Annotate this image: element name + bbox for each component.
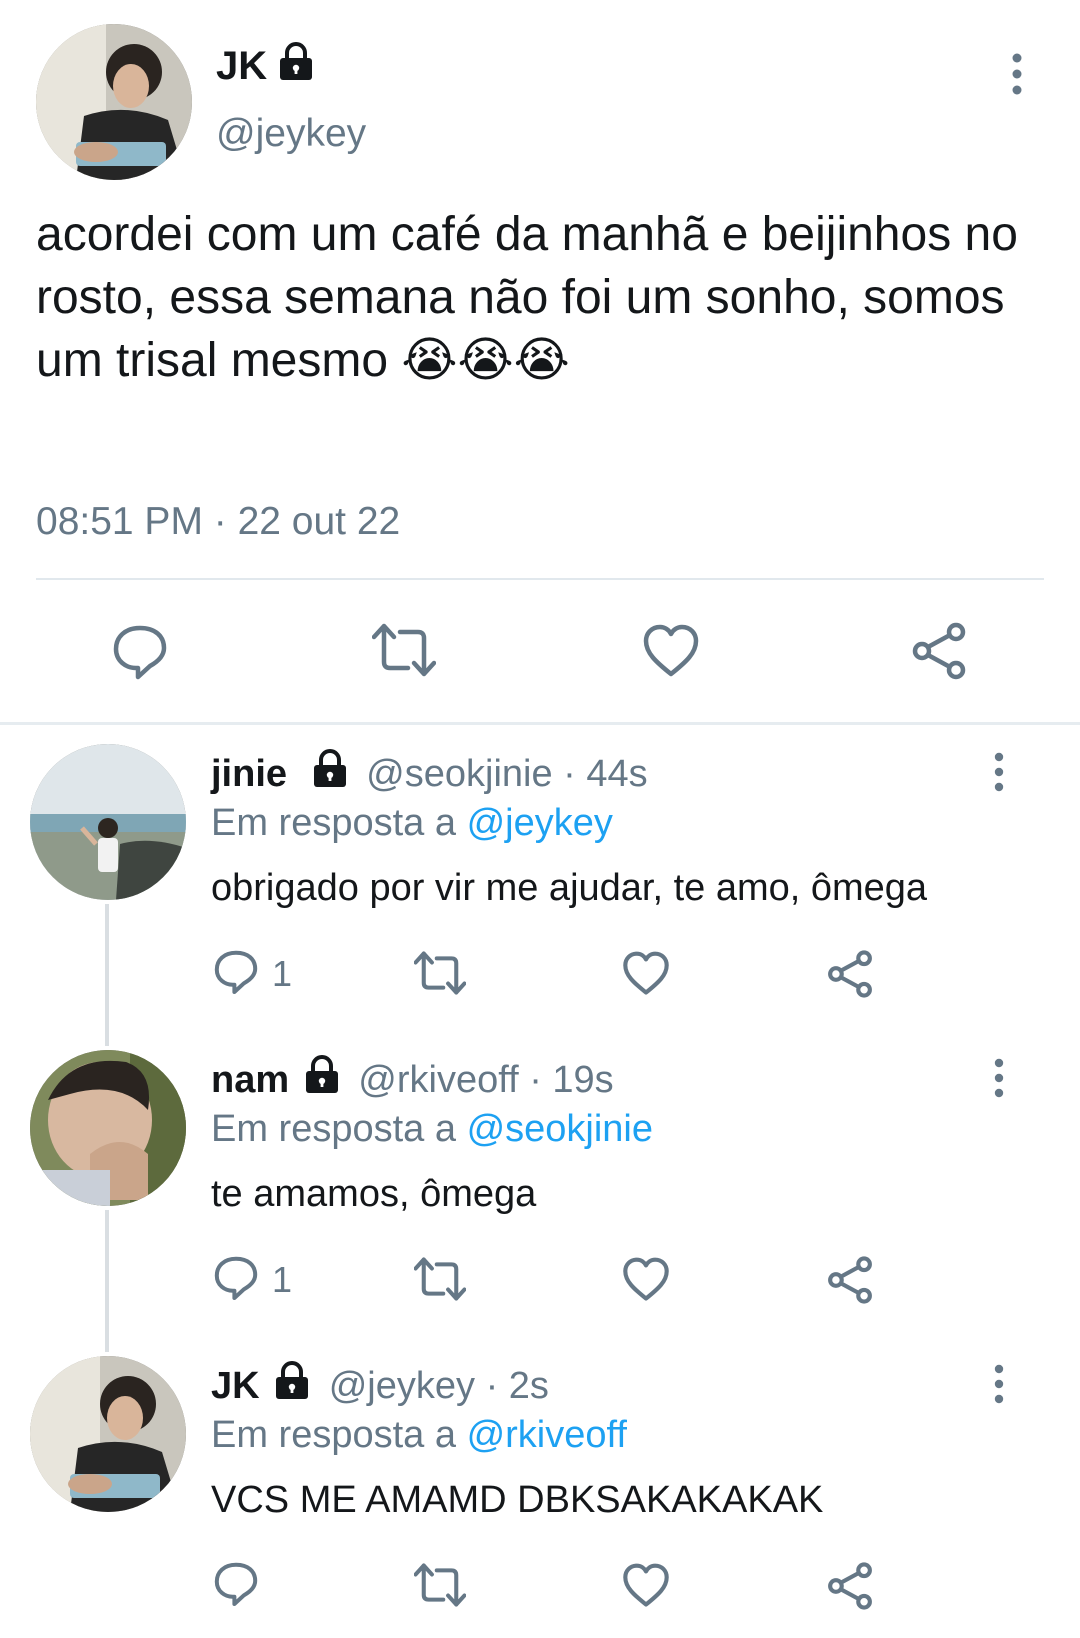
reply-context: Em resposta a @rkiveoff <box>211 1410 627 1460</box>
reply-context: Em resposta a @seokjinie <box>211 1104 653 1154</box>
thread-line <box>105 1210 109 1352</box>
reply-header: nam @rkiveoff · 19s <box>211 1055 614 1108</box>
more-icon[interactable] <box>1008 52 1026 96</box>
like-icon[interactable] <box>622 951 670 996</box>
avatar-jk[interactable] <box>36 24 192 180</box>
like-icon[interactable] <box>622 1257 670 1302</box>
reply-icon[interactable] <box>212 1254 260 1302</box>
reply-to-link[interactable]: @jeykey <box>467 802 613 844</box>
author-name-text: JK <box>216 44 268 88</box>
reply-header: JK @jeykey · 2s <box>211 1361 549 1414</box>
more-icon[interactable] <box>990 1364 1008 1404</box>
author-name[interactable]: JK <box>216 40 314 95</box>
reply-text: te amamos, ômega <box>211 1173 537 1215</box>
reply-icon[interactable] <box>110 622 170 682</box>
divider <box>36 578 1044 580</box>
reply-text: VCS ME AMAMD DBKSAKAKAKAK <box>211 1479 824 1521</box>
share-icon[interactable] <box>910 622 968 680</box>
author-handle[interactable]: @rkiveoff <box>358 1059 518 1101</box>
reply-context: Em resposta a @jeykey <box>211 798 613 848</box>
share-icon[interactable] <box>826 950 874 998</box>
reply-count: 1 <box>272 953 293 994</box>
author-handle[interactable]: @jeykey <box>329 1365 475 1407</box>
avatar-nam[interactable] <box>30 1050 186 1206</box>
reply-prefix: Em resposta a <box>211 802 456 844</box>
reply-to-link[interactable]: @rkiveoff <box>467 1414 627 1456</box>
reply-icon[interactable] <box>212 948 260 996</box>
retweet-icon[interactable] <box>414 950 466 996</box>
share-icon[interactable] <box>826 1562 874 1610</box>
lock-icon <box>274 1361 310 1414</box>
more-icon[interactable] <box>990 752 1008 792</box>
author-name[interactable]: JK <box>211 1365 260 1407</box>
avatar-jinie[interactable] <box>30 744 186 900</box>
tweet-text: acordei com um café da manhã e beijinhos… <box>36 208 1018 387</box>
lock-icon <box>278 41 314 95</box>
like-icon[interactable] <box>622 1563 670 1608</box>
reply-header: jinie @seokjinie · 44s <box>211 749 648 802</box>
retweet-icon[interactable] <box>414 1256 466 1302</box>
retweet-icon[interactable] <box>414 1562 466 1608</box>
share-icon[interactable] <box>826 1256 874 1304</box>
lock-icon <box>304 1055 340 1108</box>
reply-prefix: Em resposta a <box>211 1414 456 1456</box>
like-icon[interactable] <box>642 624 700 678</box>
reply-prefix: Em resposta a <box>211 1108 456 1150</box>
tweet-timestamp[interactable]: 08:51 PM · 22 out 22 <box>36 496 400 548</box>
section-divider <box>0 722 1080 725</box>
more-icon[interactable] <box>990 1058 1008 1098</box>
author-handle[interactable]: @jeykey <box>216 108 366 160</box>
reply-time: · 2s <box>485 1365 549 1407</box>
author-name[interactable]: nam <box>211 1059 289 1101</box>
reply-time: · 19s <box>529 1059 614 1101</box>
author-handle[interactable]: @seokjinie <box>366 753 552 795</box>
reply-to-link[interactable]: @seokjinie <box>467 1108 653 1150</box>
author-name[interactable]: jinie <box>211 753 287 795</box>
reply-text: obrigado por vir me ajudar, te amo, ômeg… <box>211 867 928 909</box>
reply-time: · 44s <box>563 753 648 795</box>
thread-line <box>105 904 109 1046</box>
reply-icon[interactable] <box>212 1560 260 1608</box>
retweet-icon[interactable] <box>372 622 436 678</box>
lock-icon <box>312 749 348 802</box>
avatar-jk-reply[interactable] <box>30 1356 186 1512</box>
reply-count: 1 <box>272 1259 293 1300</box>
